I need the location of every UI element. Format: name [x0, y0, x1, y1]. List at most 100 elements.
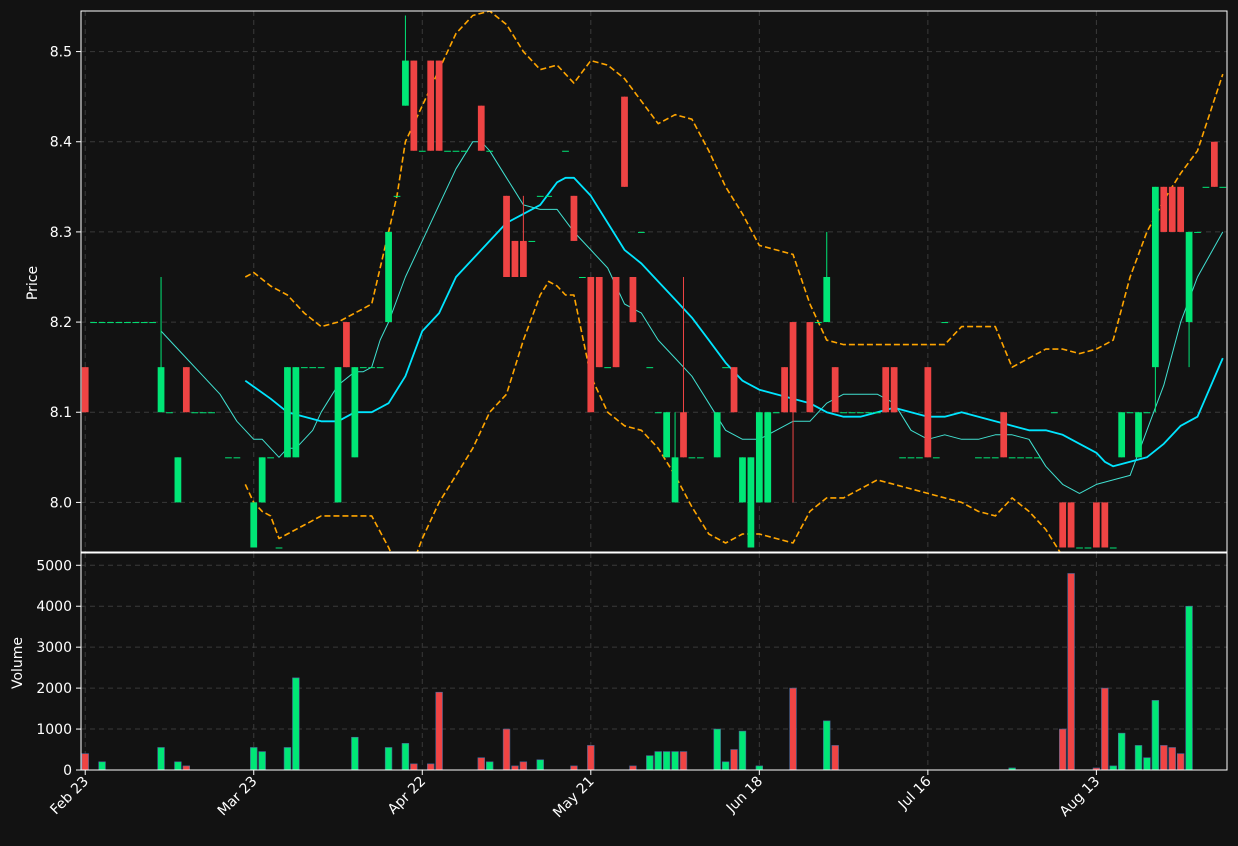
volume-bar	[427, 763, 435, 771]
candle-body	[123, 322, 131, 324]
candle-body	[924, 367, 932, 458]
candle-body	[823, 276, 831, 323]
volume-bar	[157, 747, 165, 771]
candle-body	[1000, 412, 1008, 458]
volume-bar	[258, 751, 266, 771]
candle-body	[663, 412, 671, 458]
candle-body	[1067, 502, 1075, 548]
candle-body	[873, 412, 881, 414]
candle-body	[713, 412, 721, 458]
price-axis-label: Price	[25, 266, 41, 300]
candle-body	[688, 457, 696, 459]
candle-body	[1034, 457, 1041, 459]
candle-body	[1219, 186, 1227, 188]
volume-bar	[789, 687, 797, 771]
candle-body	[503, 195, 510, 277]
candle-body	[427, 60, 435, 151]
candle-body	[612, 276, 620, 368]
volume-bar	[536, 759, 544, 771]
volume-bar	[401, 743, 410, 771]
volume-bar	[502, 728, 511, 771]
candle-body	[1185, 231, 1193, 323]
candle-body	[587, 276, 595, 413]
candle-body	[343, 322, 350, 368]
candle-body	[562, 150, 569, 152]
candlestick-chart: 8.0 8.1 8.2 8.3 8.4 8.5 0 1000 2000 3000 4000 5000 F…	[0, 0, 1238, 842]
volume-bar	[486, 761, 494, 771]
candle-body	[545, 195, 553, 197]
volume-bar	[1109, 765, 1117, 771]
volume-bar	[587, 745, 595, 771]
volume-bar	[98, 761, 106, 771]
candle-body	[916, 457, 923, 459]
candle-body	[840, 412, 847, 414]
volume-bar	[1059, 728, 1067, 771]
candle-body	[637, 231, 645, 233]
volume-bar	[283, 747, 292, 771]
candle-body	[806, 322, 814, 413]
candle-body	[334, 367, 342, 503]
candle-body	[1143, 412, 1151, 414]
candle-body	[98, 322, 106, 324]
candle-body	[570, 195, 578, 241]
volume-bar	[654, 751, 662, 771]
volume-bar	[292, 677, 300, 771]
volume-bar	[1101, 687, 1109, 771]
volume-bar	[519, 761, 528, 771]
candle-body	[1160, 186, 1168, 232]
volume-bar	[81, 753, 89, 771]
candle-body	[755, 412, 763, 503]
volume-bar	[831, 745, 839, 771]
volume-bar	[384, 747, 393, 771]
candle-body	[140, 322, 148, 324]
volume-axis-label: Volume	[10, 637, 26, 689]
candle-body	[781, 367, 788, 413]
candle-body	[739, 457, 746, 503]
candle-body	[671, 457, 679, 503]
candle-body	[452, 150, 460, 152]
candle-body	[1168, 186, 1176, 232]
candle-body	[477, 105, 485, 151]
candle-body	[1025, 457, 1033, 459]
candle-body	[975, 457, 982, 459]
price-tick-label: 8.2	[50, 315, 72, 331]
volume-tick-label: 2000	[36, 681, 72, 697]
volume-bar	[755, 765, 764, 771]
volume-bar	[410, 763, 418, 771]
volume-bar	[351, 736, 359, 771]
volume-bar	[646, 755, 654, 771]
volume-bar	[511, 765, 519, 771]
candle-body	[890, 367, 898, 413]
candle-body	[115, 322, 123, 324]
price-tick-label: 8.1	[50, 405, 72, 421]
candle-body	[208, 412, 215, 414]
candle-body	[393, 195, 401, 197]
candle-body	[1202, 186, 1210, 188]
volume-tick-label: 5000	[36, 558, 72, 574]
candle-body	[486, 150, 494, 152]
volume-bar	[671, 751, 679, 771]
candle-body	[907, 457, 915, 459]
candle-body	[81, 367, 89, 413]
volume-bar	[713, 728, 721, 771]
volume-bar	[1185, 605, 1193, 771]
price-tick-label: 8.5	[50, 45, 72, 61]
candle-body	[789, 322, 797, 413]
volume-bar	[250, 747, 258, 771]
price-tick-label: 8.0	[50, 495, 72, 511]
candle-body	[1059, 502, 1067, 548]
candle-body	[132, 322, 140, 324]
candle-body	[1177, 186, 1185, 232]
candle-body	[604, 367, 612, 369]
candle-body	[284, 367, 291, 458]
candle-body	[932, 457, 940, 459]
candle-body	[250, 502, 258, 548]
volume-tick-label: 3000	[36, 640, 72, 656]
candle-body	[461, 150, 468, 152]
volume-bar	[679, 751, 688, 771]
volume-bar	[1160, 745, 1168, 771]
candle-body	[1210, 141, 1218, 187]
volume-bar	[629, 765, 637, 771]
candle-body	[376, 367, 384, 369]
candle-body	[857, 412, 864, 414]
